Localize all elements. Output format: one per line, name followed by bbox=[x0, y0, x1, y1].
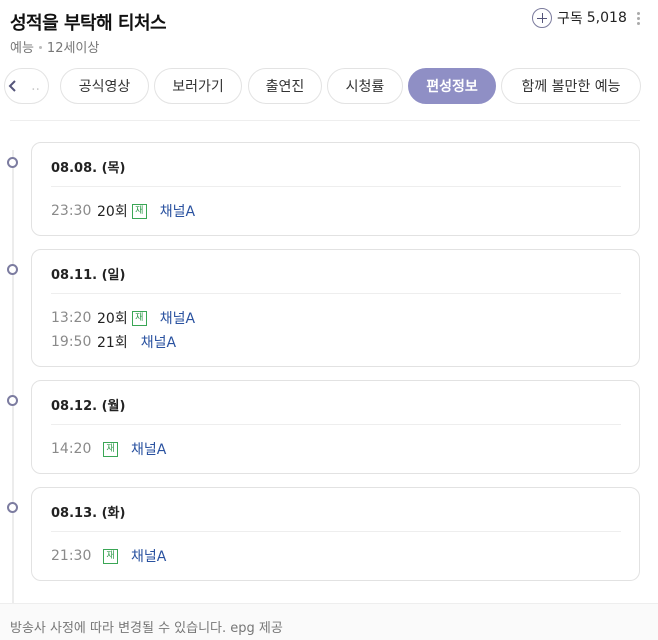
air-time: 19:50 bbox=[51, 334, 92, 350]
channel-link[interactable]: 채널A bbox=[131, 546, 166, 566]
schedule-card: 08.12. (월) 14:20 재 채널A bbox=[31, 380, 640, 474]
schedule-card: 08.11. (일) 13:20 20회 재 채널A 19:50 21회 채널A bbox=[31, 249, 640, 367]
card-divider bbox=[51, 293, 621, 294]
rerun-badge: 재 bbox=[131, 203, 147, 219]
separator-dot bbox=[38, 46, 42, 49]
section-divider bbox=[10, 120, 640, 121]
air-time: 23:30 bbox=[51, 203, 92, 219]
rerun-badge: 재 bbox=[103, 548, 118, 564]
tab-scroll-left-button[interactable] bbox=[0, 68, 26, 104]
schedule-row: 14:20 재 채널A bbox=[51, 439, 166, 459]
footer: 방송사 사정에 따라 변경될 수 있습니다. epg 제공 bbox=[0, 603, 658, 640]
rerun-badge: 재 bbox=[131, 310, 147, 326]
timeline-marker bbox=[7, 395, 18, 406]
schedule-row: 13:20 20회 재 채널A bbox=[51, 308, 195, 328]
timeline-marker bbox=[7, 264, 18, 275]
card-divider bbox=[51, 424, 621, 425]
subscribe-label: 구독 bbox=[557, 11, 583, 27]
schedule-date: 08.08. (목) bbox=[51, 161, 126, 176]
plus-icon bbox=[532, 8, 552, 28]
timeline-marker bbox=[7, 502, 18, 513]
rerun-badge: 재 bbox=[103, 441, 118, 457]
rating-label: 12세이상 bbox=[46, 41, 100, 56]
program-meta: 예능 12세이상 bbox=[10, 37, 99, 56]
episode-number: 20회 bbox=[97, 204, 128, 220]
timeline-marker bbox=[7, 157, 18, 168]
tab-watch[interactable]: 보러가기 bbox=[154, 68, 242, 104]
schedule-date: 08.13. (화) bbox=[51, 506, 126, 521]
genre-label: 예능 bbox=[10, 41, 34, 56]
schedule-disclaimer: 방송사 사정에 따라 변경될 수 있습니다. epg 제공 bbox=[10, 621, 283, 636]
channel-link[interactable]: 채널A bbox=[160, 308, 195, 328]
schedule-card: 08.08. (목) 23:30 20회 재 채널A bbox=[31, 142, 640, 236]
air-time: 14:20 bbox=[51, 441, 92, 457]
tab-cast[interactable]: 출연진 bbox=[248, 68, 322, 104]
subscribe-button[interactable]: 구독 5,018 bbox=[532, 7, 627, 29]
episode-number: 21회 bbox=[97, 335, 128, 351]
schedule-card: 08.13. (화) 21:30 재 채널A bbox=[31, 487, 640, 581]
schedule-date: 08.12. (월) bbox=[51, 399, 126, 414]
schedule-row: 23:30 20회 재 채널A bbox=[51, 201, 195, 221]
card-divider bbox=[51, 186, 621, 187]
air-time: 13:20 bbox=[51, 310, 92, 326]
tab-schedule[interactable]: 편성정보 bbox=[408, 68, 496, 104]
program-header: 성적을 부탁해 티처스 예능 12세이상 구독 5,018 bbox=[0, 0, 658, 62]
tab-bar: .. 공식영상 보러가기 출연진 시청률 편성정보 함께 볼만한 예능 bbox=[0, 68, 658, 104]
card-divider bbox=[51, 531, 621, 532]
program-title: 성적을 부탁해 티처스 bbox=[10, 13, 167, 34]
schedule-row: 19:50 21회 채널A bbox=[51, 332, 176, 352]
tab-official-video[interactable]: 공식영상 bbox=[60, 68, 149, 104]
more-options-icon[interactable] bbox=[634, 12, 642, 30]
air-time: 21:30 bbox=[51, 548, 92, 564]
subscribe-count: 5,018 bbox=[586, 10, 627, 26]
tab-ratings[interactable]: 시청률 bbox=[327, 68, 403, 104]
channel-link[interactable]: 채널A bbox=[141, 332, 176, 352]
channel-link[interactable]: 채널A bbox=[131, 439, 166, 459]
timeline-line bbox=[12, 150, 14, 604]
episode-number: 20회 bbox=[97, 311, 128, 327]
channel-link[interactable]: 채널A bbox=[160, 201, 195, 221]
schedule-row: 21:30 재 채널A bbox=[51, 546, 166, 566]
schedule-date: 08.11. (일) bbox=[51, 268, 126, 283]
chevron-left-icon bbox=[8, 80, 16, 92]
tab-related-shows[interactable]: 함께 볼만한 예능 bbox=[501, 68, 641, 104]
